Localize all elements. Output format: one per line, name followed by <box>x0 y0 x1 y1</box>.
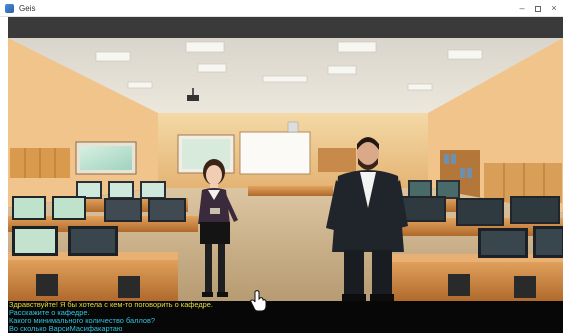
maximize-icon[interactable] <box>530 2 546 14</box>
hand-cursor-icon <box>250 290 268 317</box>
close-icon[interactable]: × <box>546 2 562 14</box>
viewport-top-bar <box>8 17 563 38</box>
window-titlebar: Geis – × <box>0 0 563 17</box>
classroom-scene <box>8 38 563 301</box>
dialog-panel: Здравствуйте! Я бы хотела с кем-то погов… <box>8 301 563 333</box>
game-viewport[interactable]: Здравствуйте! Я бы хотела с кем-то погов… <box>8 17 563 333</box>
dialog-option[interactable]: Во сколько ВарсиМасифакартаю <box>9 325 122 333</box>
app-icon <box>5 4 14 13</box>
minimize-icon[interactable]: – <box>514 2 530 14</box>
window-title: Geis <box>19 4 36 13</box>
